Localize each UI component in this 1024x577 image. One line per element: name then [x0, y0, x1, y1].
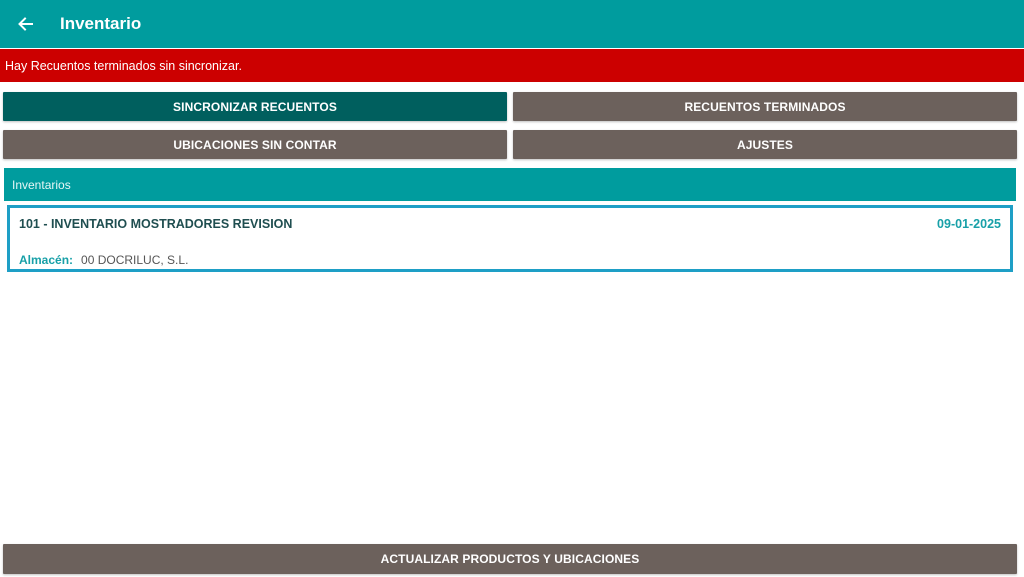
- back-button[interactable]: [0, 0, 50, 48]
- unsynced-warning-banner: Hay Recuentos terminados sin sincronizar…: [0, 49, 1024, 82]
- finished-counts-button[interactable]: RECUENTOS TERMINADOS: [513, 92, 1017, 121]
- settings-button[interactable]: AJUSTES: [513, 130, 1017, 159]
- page-title: Inventario: [60, 14, 142, 33]
- sync-counts-button[interactable]: SINCRONIZAR RECUENTOS: [3, 92, 507, 121]
- inventory-title: 101 - INVENTARIO MOSTRADORES REVISION: [19, 217, 293, 231]
- inventory-date: 09-01-2025: [937, 217, 1001, 231]
- app-bar: Inventario: [0, 0, 1024, 48]
- warehouse-label: Almacén:: [19, 253, 74, 267]
- warehouse-value: 00 DOCRILUC, S.L.: [81, 253, 189, 267]
- inventories-section-header: Inventarios: [4, 168, 1016, 201]
- arrow-left-icon: [18, 17, 33, 31]
- warehouse-row: Almacén: 00 DOCRILUC, S.L.: [19, 253, 188, 267]
- uncounted-locations-button[interactable]: UBICACIONES SIN CONTAR: [3, 130, 507, 159]
- update-products-locations-button[interactable]: ACTUALIZAR PRODUCTOS Y UBICACIONES: [3, 544, 1017, 574]
- inventory-list-item[interactable]: 101 - INVENTARIO MOSTRADORES REVISION 09…: [7, 205, 1013, 272]
